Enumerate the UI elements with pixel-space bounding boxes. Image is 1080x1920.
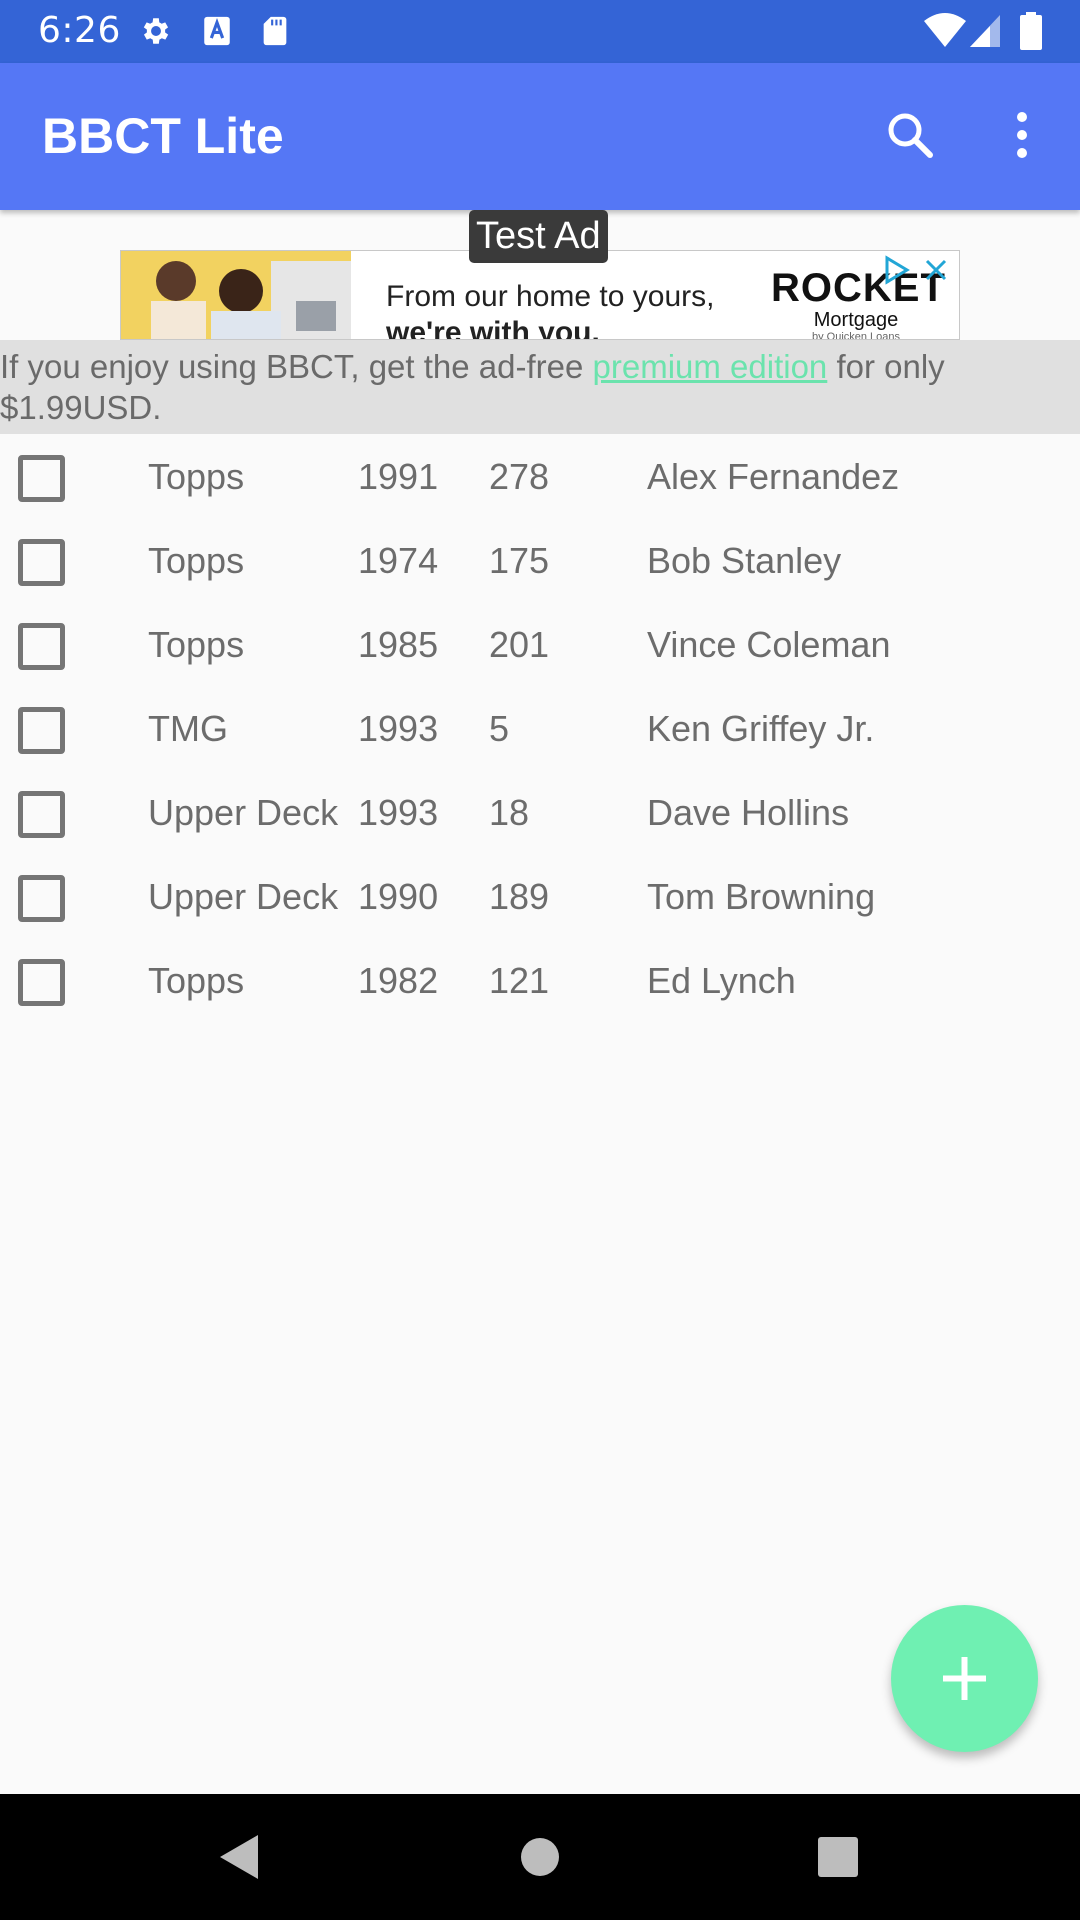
card-brand: Topps bbox=[148, 624, 245, 665]
ad-area: Test Ad From our home to yours, we're wi… bbox=[0, 210, 1080, 340]
add-card-button[interactable] bbox=[891, 1605, 1038, 1752]
premium-edition-link[interactable]: premium edition bbox=[593, 348, 828, 385]
card-brand: Topps bbox=[148, 456, 245, 497]
test-ad-label: Test Ad bbox=[469, 210, 608, 263]
app-title: BBCT Lite bbox=[42, 108, 284, 164]
status-bar: 6:26 bbox=[0, 0, 1080, 63]
card-year: 1982 bbox=[358, 960, 439, 1001]
recents-icon[interactable] bbox=[808, 1827, 868, 1887]
a-icon bbox=[204, 16, 230, 46]
status-time: 6:26 bbox=[38, 10, 121, 51]
screen: 6:26 BBCT Lite Test Ad From our home to … bbox=[0, 0, 1080, 1920]
card-row[interactable]: Topps 1991 278 Alex Fernandez bbox=[0, 434, 1080, 518]
card-year: 1991 bbox=[358, 456, 439, 497]
card-row[interactable]: Topps 1982 121 Ed Lynch bbox=[0, 938, 1080, 1022]
card-number: 201 bbox=[489, 624, 550, 665]
card-brand: Upper Deck bbox=[148, 792, 339, 833]
sd-card-icon bbox=[263, 16, 287, 46]
back-icon[interactable] bbox=[210, 1827, 270, 1887]
card-brand: Upper Deck bbox=[148, 876, 339, 917]
signal-icon bbox=[970, 15, 1000, 47]
battery-icon bbox=[1020, 12, 1042, 50]
card-number: 5 bbox=[489, 708, 510, 749]
card-player: Alex Fernandez bbox=[647, 456, 900, 497]
card-brand: Topps bbox=[148, 960, 245, 1001]
plus-icon bbox=[943, 1657, 986, 1700]
row-checkbox[interactable] bbox=[18, 623, 65, 670]
nav-bar bbox=[0, 1794, 1080, 1920]
card-number: 121 bbox=[489, 960, 550, 1001]
card-row[interactable]: TMG 1993 5 Ken Griffey Jr. bbox=[0, 686, 1080, 770]
card-row[interactable]: Topps 1985 201 Vince Coleman bbox=[0, 602, 1080, 686]
wifi-icon bbox=[924, 13, 966, 47]
row-checkbox[interactable] bbox=[18, 539, 65, 586]
app-bar: BBCT Lite bbox=[0, 63, 1080, 210]
card-number: 175 bbox=[489, 540, 550, 581]
row-checkbox[interactable] bbox=[18, 707, 65, 754]
premium-notice-prefix: If you enjoy using BBCT, get the ad-free bbox=[0, 348, 593, 385]
card-row[interactable]: Topps 1974 175 Bob Stanley bbox=[0, 518, 1080, 602]
card-number: 278 bbox=[489, 456, 550, 497]
ad-choices-icon[interactable] bbox=[883, 255, 953, 285]
card-year: 1993 bbox=[358, 792, 439, 833]
card-year: 1993 bbox=[358, 708, 439, 749]
card-player: Dave Hollins bbox=[647, 792, 850, 833]
card-list: Topps 1991 278 Alex Fernandez Topps 1974… bbox=[0, 434, 1080, 1022]
ad-brand-tiny: by Quicken Loans bbox=[811, 331, 901, 340]
search-icon[interactable] bbox=[878, 103, 942, 167]
ad-headline-line2: we're with you. bbox=[386, 316, 600, 340]
card-brand: Topps bbox=[148, 540, 245, 581]
ad-banner[interactable]: From our home to yours, we're with you. … bbox=[120, 250, 960, 340]
card-row[interactable]: Upper Deck 1993 18 Dave Hollins bbox=[0, 770, 1080, 854]
more-vert-icon[interactable] bbox=[990, 103, 1054, 167]
row-checkbox[interactable] bbox=[18, 791, 65, 838]
ad-brand-sub: Mortgage bbox=[813, 309, 899, 331]
ad-headline-line1: From our home to yours, bbox=[386, 280, 715, 313]
ad-headline: From our home to yours, we're with you. bbox=[386, 279, 715, 340]
card-player: Ed Lynch bbox=[647, 960, 796, 1001]
card-player: Ken Griffey Jr. bbox=[647, 708, 875, 749]
card-row[interactable]: Upper Deck 1990 189 Tom Browning bbox=[0, 854, 1080, 938]
premium-notice: If you enjoy using BBCT, get the ad-free… bbox=[0, 340, 1080, 434]
card-number: 18 bbox=[489, 792, 530, 833]
row-checkbox[interactable] bbox=[18, 455, 65, 502]
card-number: 189 bbox=[489, 876, 550, 917]
card-player: Tom Browning bbox=[647, 876, 876, 917]
ad-photo bbox=[121, 251, 351, 339]
row-checkbox[interactable] bbox=[18, 959, 65, 1006]
card-year: 1985 bbox=[358, 624, 439, 665]
card-player: Bob Stanley bbox=[647, 540, 842, 581]
card-year: 1990 bbox=[358, 876, 439, 917]
row-checkbox[interactable] bbox=[18, 875, 65, 922]
card-brand: TMG bbox=[148, 708, 228, 749]
card-year: 1974 bbox=[358, 540, 439, 581]
home-icon[interactable] bbox=[510, 1827, 570, 1887]
gear-icon bbox=[143, 18, 169, 44]
card-player: Vince Coleman bbox=[647, 624, 891, 665]
